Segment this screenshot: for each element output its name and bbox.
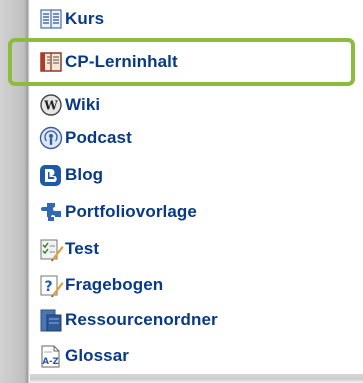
menu-item-glossar[interactable]: A-Z Glossar (38, 343, 129, 369)
menu-item-label: Wiki (65, 95, 101, 114)
menu-item-label: Test (65, 239, 100, 258)
menu-item-portfoliovorlage[interactable]: Portfoliovorlage (38, 199, 197, 225)
test-icon (38, 236, 64, 262)
glossary-icon: A-Z (38, 343, 64, 369)
portfolio-template-icon (38, 199, 64, 225)
menu-item-wiki[interactable]: W Wiki (38, 92, 100, 118)
menu-item-label: Fragebogen (65, 275, 164, 294)
menu-item-label: Blog (65, 165, 104, 184)
menu-item-label: Glossar (65, 346, 130, 365)
svg-text:W: W (43, 99, 58, 113)
menu-item-blog[interactable]: Blog (38, 162, 103, 188)
menu-item-fragebogen[interactable]: ? Fragebogen (38, 272, 163, 298)
podcast-icon (38, 125, 64, 151)
bottom-divider (30, 374, 363, 383)
menu-item-ressourcenordner[interactable]: Ressourcenordner (38, 307, 218, 333)
menu-item-kurs[interactable]: Kurs (38, 6, 104, 32)
questionnaire-icon: ? (38, 272, 64, 298)
blog-icon (38, 162, 64, 188)
menu-item-podcast[interactable]: Podcast (38, 125, 132, 151)
wiki-icon: W (38, 92, 64, 118)
menu-item-label: Ressourcenordner (65, 310, 218, 329)
resource-folder-icon (38, 307, 64, 333)
svg-text:?: ? (44, 279, 52, 295)
menu-item-test[interactable]: Test (38, 236, 99, 262)
menu-item-label: Portfoliovorlage (65, 202, 197, 221)
menu-item-label: Kurs (65, 9, 105, 28)
course-icon (38, 6, 64, 32)
menu-item-label: Podcast (65, 128, 132, 147)
highlight-frame (8, 38, 355, 86)
svg-text:A-Z: A-Z (42, 357, 58, 367)
